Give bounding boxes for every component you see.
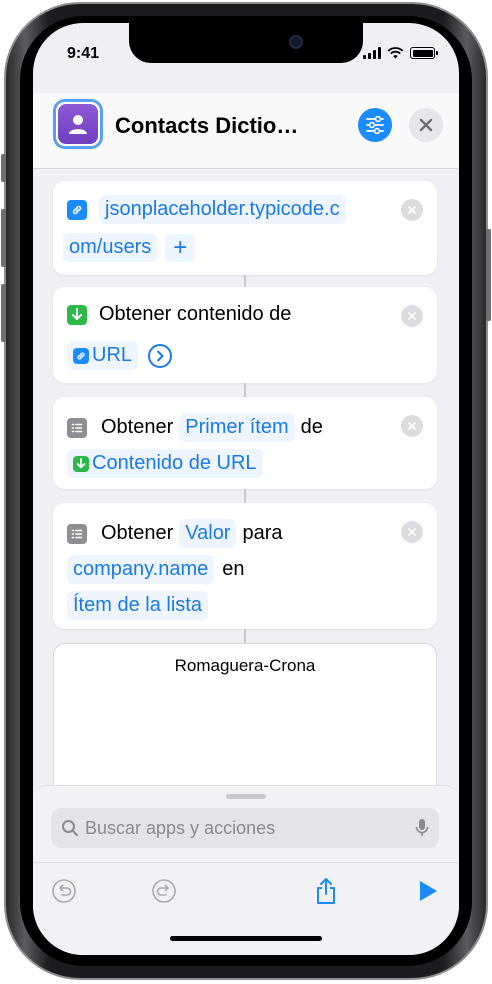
action-connector: [244, 383, 246, 397]
redo-button[interactable]: [149, 876, 179, 906]
shortcut-title[interactable]: Contacts Dictio…: [115, 113, 298, 139]
list-icon: [67, 417, 87, 438]
remove-action-button[interactable]: [401, 199, 423, 221]
url-contents-variable-token[interactable]: Contenido de URL: [67, 449, 263, 478]
url-token-line2[interactable]: om/users: [63, 233, 158, 262]
show-more-button[interactable]: [148, 343, 173, 368]
action-connector: [244, 629, 246, 643]
sheet-grabber[interactable]: [226, 794, 266, 799]
get-value-label: Obtener: [101, 522, 174, 544]
search-icon: [62, 820, 78, 836]
remove-action-button[interactable]: [401, 521, 423, 543]
toolbar-divider: [33, 862, 459, 863]
status-time: 9:41: [67, 45, 100, 62]
get-contents-action-card[interactable]: Obtener contenido de URL: [53, 287, 437, 383]
shortcut-header: Contacts Dictio…: [33, 93, 459, 169]
sliders-icon: [366, 116, 384, 134]
cellular-signal-icon: [363, 47, 381, 59]
item-selector-token[interactable]: Primer ítem: [179, 413, 295, 442]
share-button[interactable]: [311, 876, 341, 906]
undo-button[interactable]: [49, 876, 79, 906]
search-field[interactable]: Buscar apps y acciones: [51, 808, 439, 848]
front-camera: [289, 35, 303, 49]
close-icon: [408, 422, 416, 430]
close-icon: [408, 312, 416, 320]
add-url-button[interactable]: +: [165, 233, 196, 262]
volume-up-button: [1, 209, 6, 267]
result-text: Romaguera-Crona: [174, 656, 316, 675]
list-icon: [67, 523, 87, 544]
undo-icon: [52, 879, 76, 903]
notch: [129, 23, 363, 63]
wifi-icon: [387, 47, 404, 59]
remove-action-button[interactable]: [401, 415, 423, 437]
url-action-card[interactable]: jsonplaceholder.typicode.c om/users +: [53, 181, 437, 275]
shortcut-icon-button[interactable]: [53, 99, 103, 149]
close-icon: [408, 528, 416, 536]
key-token[interactable]: company.name: [67, 555, 215, 584]
run-button[interactable]: [413, 876, 443, 906]
close-button[interactable]: [409, 108, 443, 142]
play-icon: [420, 881, 437, 901]
get-contents-label: Obtener contenido de: [99, 303, 292, 325]
url-variable-label: URL: [92, 344, 133, 366]
download-icon: [73, 455, 89, 472]
url-contents-label: Contenido de URL: [92, 452, 257, 474]
value-selector-token[interactable]: Valor: [179, 519, 237, 548]
person-icon: [58, 104, 98, 144]
chevron-right-icon: [157, 350, 164, 361]
action-search-sheet: Buscar apps y acciones: [33, 785, 459, 955]
status-icons: [363, 47, 438, 59]
power-button: [486, 229, 491, 321]
settings-button[interactable]: [358, 108, 392, 142]
url-token-line1[interactable]: jsonplaceholder.typicode.c: [99, 195, 346, 224]
share-icon: [317, 878, 335, 904]
close-icon: [408, 206, 416, 214]
result-card: Romaguera-Crona: [53, 643, 437, 803]
redo-icon: [152, 879, 176, 903]
link-icon: [73, 347, 89, 364]
get-item-action-card[interactable]: Obtener Primer ítem de Contenido de URL: [53, 397, 437, 489]
action-connector: [244, 489, 246, 503]
get-value-action-card[interactable]: Obtener Valor para company.name en Ítem …: [53, 503, 437, 629]
download-icon: [67, 304, 87, 325]
url-variable-token[interactable]: URL: [67, 341, 139, 370]
link-icon: [67, 199, 87, 220]
volume-down-button: [1, 284, 6, 342]
battery-icon: [410, 47, 438, 59]
close-icon: [419, 118, 433, 132]
silent-switch: [1, 154, 6, 182]
for-label: para: [242, 522, 283, 544]
home-indicator[interactable]: [170, 936, 322, 941]
microphone-icon[interactable]: [415, 818, 429, 838]
remove-action-button[interactable]: [401, 305, 423, 327]
from-label: de: [300, 416, 323, 438]
search-placeholder: Buscar apps y acciones: [85, 817, 276, 838]
get-item-label: Obtener: [101, 416, 174, 438]
list-item-variable-token[interactable]: Ítem de la lista: [67, 591, 208, 620]
screen: 9:41 Contacts Dictio… jsonplaceholder.ty…: [33, 23, 459, 955]
in-label: en: [222, 558, 245, 580]
